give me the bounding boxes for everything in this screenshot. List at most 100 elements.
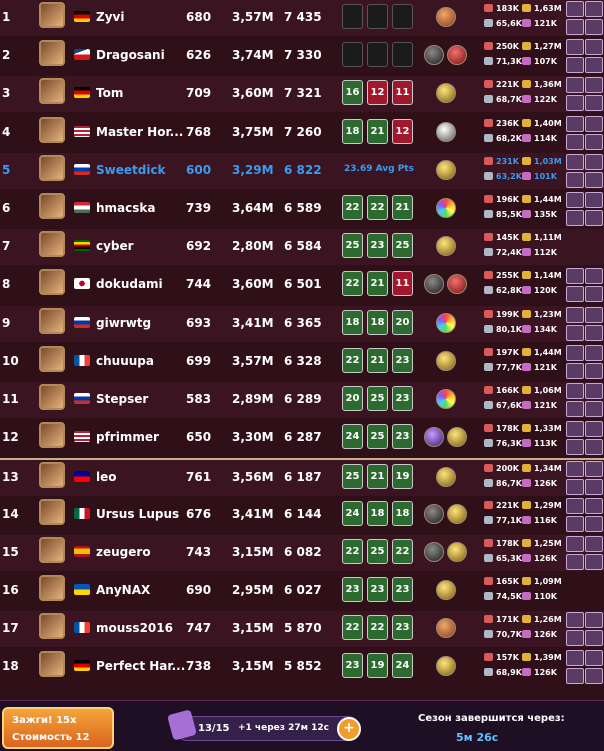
player-row[interactable]: 12 pfrimmer 650 3,30M 6 287 24 25 23 178K 76,3K 1,… — [0, 420, 604, 457]
player-name[interactable]: leo — [96, 470, 117, 484]
player-name[interactable]: Master Hor... — [96, 125, 183, 139]
player-avatar[interactable] — [39, 116, 65, 143]
player-name[interactable]: chuuupa — [96, 354, 154, 368]
booster-card-icon[interactable] — [566, 439, 584, 456]
player-row[interactable]: 15 zeugero 743 3,15M 6 082 22 25 22 178K 65,3K 1,2… — [0, 534, 604, 571]
player-avatar[interactable] — [39, 422, 65, 449]
fight-result-tile[interactable]: 21 — [367, 271, 388, 297]
fight-result-tile[interactable]: 21 — [392, 195, 413, 220]
fight-result-tile[interactable]: 23 — [367, 233, 388, 259]
booster-card-icon[interactable] — [566, 1, 584, 17]
fight-result-tile[interactable]: 18 — [392, 500, 413, 526]
booster-card-icon[interactable] — [585, 192, 603, 208]
fight-result-tile[interactable]: 23 — [367, 577, 388, 602]
booster-card-icon[interactable] — [585, 39, 603, 56]
player-name[interactable]: zeugero — [96, 545, 151, 559]
player-avatar[interactable] — [39, 651, 65, 678]
fight-result-tile[interactable]: 18 — [342, 118, 363, 144]
fight-result-tile[interactable]: 18 — [342, 309, 363, 335]
fight-result-tile[interactable]: 22 — [342, 615, 363, 641]
player-avatar[interactable] — [39, 269, 65, 296]
fight-result-tile[interactable]: 23 — [392, 615, 413, 641]
fight-result-tile[interactable]: 22 — [342, 195, 363, 220]
booster-card-icon[interactable] — [566, 668, 584, 685]
booster-card-icon[interactable] — [566, 344, 584, 361]
booster-card-icon[interactable] — [585, 1, 603, 17]
booster-card-icon[interactable] — [566, 77, 584, 94]
booster-card-icon[interactable] — [566, 362, 584, 379]
booster-card-icon[interactable] — [566, 115, 584, 132]
player-row[interactable]: 2 Dragosani 626 3,74M 7 330 250K 71,3K 1,27M 107… — [0, 38, 604, 75]
player-row[interactable]: 16 AnyNAX 690 2,95M 6 027 23 23 23 165K 74,5K 1,09… — [0, 573, 604, 609]
player-row[interactable]: 8 dokudami 744 3,60M 6 501 22 21 11 255K 62,8K 1,1… — [0, 267, 604, 304]
fight-result-tile[interactable]: 11 — [392, 80, 413, 106]
booster-card-icon[interactable] — [566, 535, 584, 552]
booster-card-icon[interactable] — [566, 192, 584, 208]
booster-card-icon[interactable] — [566, 650, 584, 667]
player-avatar[interactable] — [39, 536, 65, 563]
zap-button[interactable]: Зажги! 15x Стоимость 12 — [2, 707, 114, 749]
player-name[interactable]: cyber — [96, 239, 134, 253]
player-row[interactable]: 4 Master Hor... 768 3,75M 7 260 18 21 12 236K 68,… — [0, 114, 604, 151]
fight-result-tile[interactable]: 19 — [392, 464, 413, 490]
player-name[interactable]: Stepser — [96, 392, 148, 406]
fight-result-tile[interactable]: 22 — [342, 347, 363, 373]
player-avatar[interactable] — [39, 345, 65, 372]
fight-result-tile[interactable] — [342, 42, 363, 68]
booster-card-icon[interactable] — [585, 383, 603, 399]
player-name[interactable]: Zyvi — [96, 10, 124, 24]
booster-card-icon[interactable] — [585, 286, 603, 303]
booster-card-icon[interactable] — [585, 612, 603, 629]
booster-card-icon[interactable] — [566, 421, 584, 438]
fight-result-tile[interactable]: 25 — [367, 386, 388, 411]
booster-card-icon[interactable] — [566, 153, 584, 170]
fight-result-tile[interactable] — [392, 42, 413, 68]
booster-card-icon[interactable] — [585, 461, 603, 478]
player-name[interactable]: Ursus Lupus — [96, 507, 179, 521]
player-avatar[interactable] — [39, 231, 65, 258]
booster-card-icon[interactable] — [585, 553, 603, 570]
booster-card-icon[interactable] — [585, 306, 603, 323]
booster-card-icon[interactable] — [566, 306, 584, 323]
player-row[interactable]: 3 Tom 709 3,60M 7 321 16 12 11 221K 68,7K 1,36M 122… — [0, 76, 604, 113]
energy-add-button[interactable]: + — [337, 717, 361, 741]
player-avatar[interactable] — [39, 613, 65, 640]
player-name[interactable]: Sweetdick — [96, 163, 166, 177]
booster-card-icon[interactable] — [566, 497, 584, 514]
booster-card-icon[interactable] — [566, 210, 584, 226]
fight-result-tile[interactable]: 18 — [367, 309, 388, 335]
player-row[interactable]: 14 Ursus Lupus 676 3,41M 6 144 24 18 18 221K 77,1… — [0, 496, 604, 533]
booster-card-icon[interactable] — [566, 461, 584, 478]
fight-result-tile[interactable]: 21 — [367, 347, 388, 373]
booster-card-icon[interactable] — [566, 286, 584, 303]
fight-result-tile[interactable]: 24 — [342, 424, 363, 450]
booster-card-icon[interactable] — [585, 401, 603, 417]
player-avatar[interactable] — [39, 307, 65, 334]
booster-card-icon[interactable] — [566, 19, 584, 35]
booster-card-icon[interactable] — [585, 57, 603, 74]
booster-card-icon[interactable] — [585, 439, 603, 456]
player-row[interactable]: 17 mouss2016 747 3,15M 5 870 22 22 23 171K 70,7K 1… — [0, 611, 604, 648]
booster-card-icon[interactable] — [585, 268, 603, 285]
fight-result-tile[interactable]: 24 — [392, 653, 413, 679]
booster-card-icon[interactable] — [566, 553, 584, 570]
player-name[interactable]: Perfect Har... — [96, 659, 185, 673]
fight-result-tile[interactable]: 25 — [367, 424, 388, 450]
fight-result-tile[interactable]: 21 — [367, 464, 388, 490]
player-avatar[interactable] — [39, 78, 65, 105]
booster-card-icon[interactable] — [585, 344, 603, 361]
fight-result-tile[interactable]: 21 — [367, 118, 388, 144]
fight-result-tile[interactable]: 22 — [367, 195, 388, 220]
booster-card-icon[interactable] — [566, 383, 584, 399]
player-name[interactable]: AnyNAX — [96, 583, 150, 597]
fight-result-tile[interactable] — [367, 4, 388, 29]
fight-result-tile[interactable]: 20 — [392, 309, 413, 335]
booster-card-icon[interactable] — [585, 115, 603, 132]
fight-result-tile[interactable]: 18 — [367, 500, 388, 526]
booster-card-icon[interactable] — [585, 95, 603, 112]
player-avatar[interactable] — [39, 40, 65, 67]
player-row[interactable]: 5 Sweetdick 600 3,29M 6 822 23.69 Avg Pts 231K… — [0, 152, 604, 189]
fight-result-tile[interactable]: 16 — [342, 80, 363, 106]
booster-card-icon[interactable] — [585, 324, 603, 341]
booster-card-icon[interactable] — [566, 39, 584, 56]
